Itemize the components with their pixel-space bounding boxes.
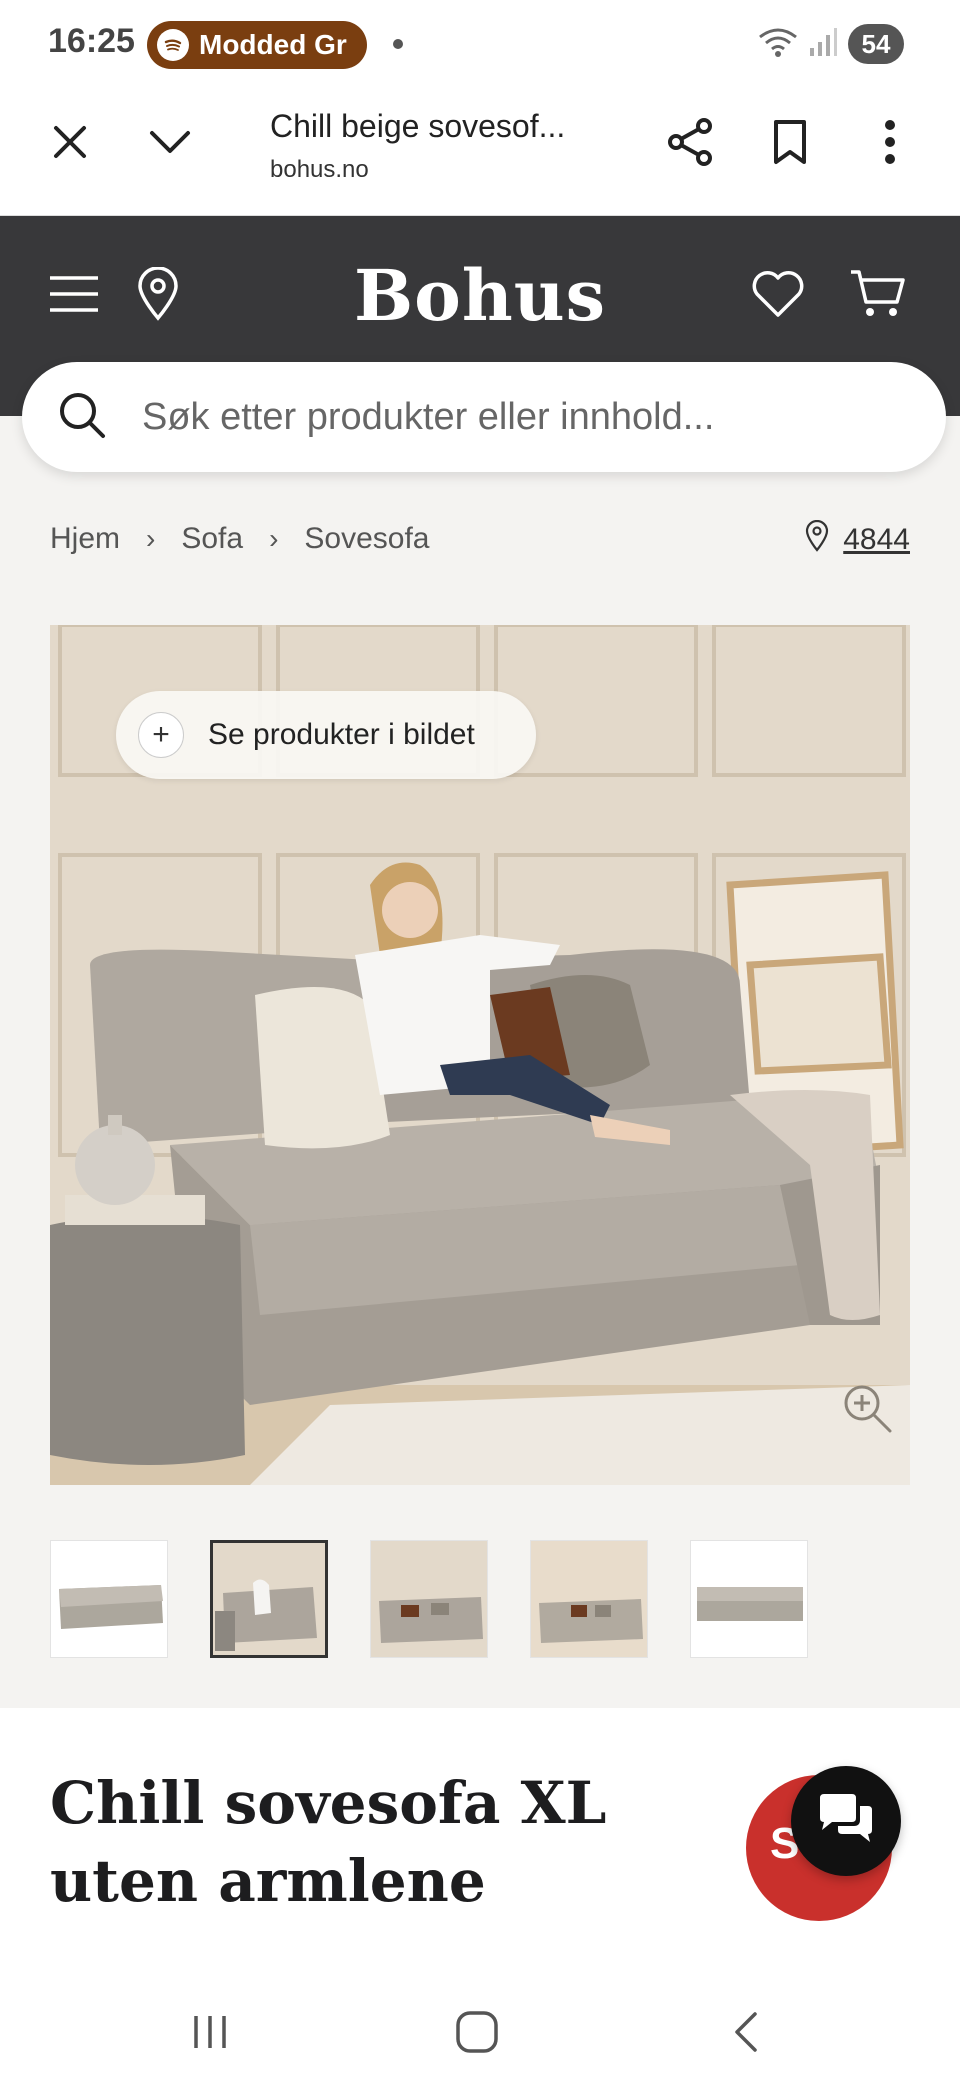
breadcrumb-separator-icon: › [269,523,279,554]
breadcrumb-separator-icon: › [146,523,156,554]
page-title[interactable]: Chill beige sovesof... [270,108,565,145]
share-button[interactable] [660,114,720,174]
system-navigation-bar [0,1988,960,2080]
status-time: 16:25 [48,22,135,60]
thumbnail-1[interactable] [50,1540,168,1658]
see-products-button[interactable]: + Se produkter i bildet [116,691,536,779]
battery-indicator: 54 [848,24,904,64]
wifi-icon [758,25,798,64]
product-hero-image[interactable]: + Se produkter i bildet [50,625,910,1485]
recents-icon [190,2012,230,2057]
search-input[interactable]: Søk etter produkter eller innhold... [142,396,714,439]
media-notification-pill[interactable]: Modded Gr [147,21,367,69]
thumbnail-5[interactable] [690,1540,808,1658]
page: 16:25 Modded Gr 54 Chill beige sovesof..… [0,0,960,2080]
media-label: Modded Gr [199,29,347,60]
location-pin-icon [805,519,829,560]
close-icon [50,122,90,167]
wishlist-button[interactable] [748,266,808,326]
site-logo[interactable]: Bohus [0,254,960,337]
chat-icon [816,1792,876,1851]
more-icon [884,119,896,170]
chevron-down-icon [148,127,192,162]
thumbnail-2[interactable] [210,1540,328,1658]
thumbnail-3[interactable] [370,1540,488,1658]
search-icon-wrap [22,362,142,472]
thumbnail-4[interactable] [530,1540,648,1658]
cart-icon [849,268,907,325]
collapse-button[interactable] [140,114,200,174]
product-title: Chill sovesofa XL uten armlene [50,1769,607,1915]
page-domain[interactable]: bohus.no [270,156,369,184]
back-button[interactable] [706,2004,786,2064]
bookmark-button[interactable] [760,114,820,174]
spotify-icon [157,29,189,61]
thumbnail-strip [50,1540,910,1660]
search-icon [58,391,106,444]
search-bar[interactable]: Søk etter produkter eller innhold... [22,362,946,472]
browser-toolbar: Chill beige sovesof... bohus.no [0,90,960,216]
system-icons: 54 [758,24,904,64]
status-bar: 16:25 Modded Gr 54 [0,0,960,90]
signal-icon [808,26,838,63]
heart-icon [751,270,805,323]
breadcrumb-sovesofa[interactable]: Sovesofa [304,522,429,556]
store-code[interactable]: 4844 [843,523,910,557]
product-info: Chill sovesofa XL uten armlene S [0,1708,960,1988]
share-icon [666,117,714,172]
recents-button[interactable] [170,2004,250,2064]
home-icon [455,2010,499,2059]
breadcrumb: Hjem › Sofa › Sovesofa [50,522,429,556]
more-options-button[interactable] [860,114,920,174]
notification-dot [393,39,403,49]
home-button[interactable] [437,2004,517,2064]
back-icon [731,2010,761,2059]
plus-icon: + [138,712,184,758]
close-tab-button[interactable] [40,114,100,174]
chat-button[interactable] [791,1766,901,1876]
zoom-button[interactable] [840,1381,896,1437]
cart-button[interactable] [848,266,908,326]
breadcrumb-sofa[interactable]: Sofa [181,522,243,556]
breadcrumb-home[interactable]: Hjem [50,522,120,556]
bookmark-icon [772,119,808,170]
see-products-label: Se produkter i bildet [208,718,475,751]
store-selector[interactable]: 4844 [805,519,910,560]
